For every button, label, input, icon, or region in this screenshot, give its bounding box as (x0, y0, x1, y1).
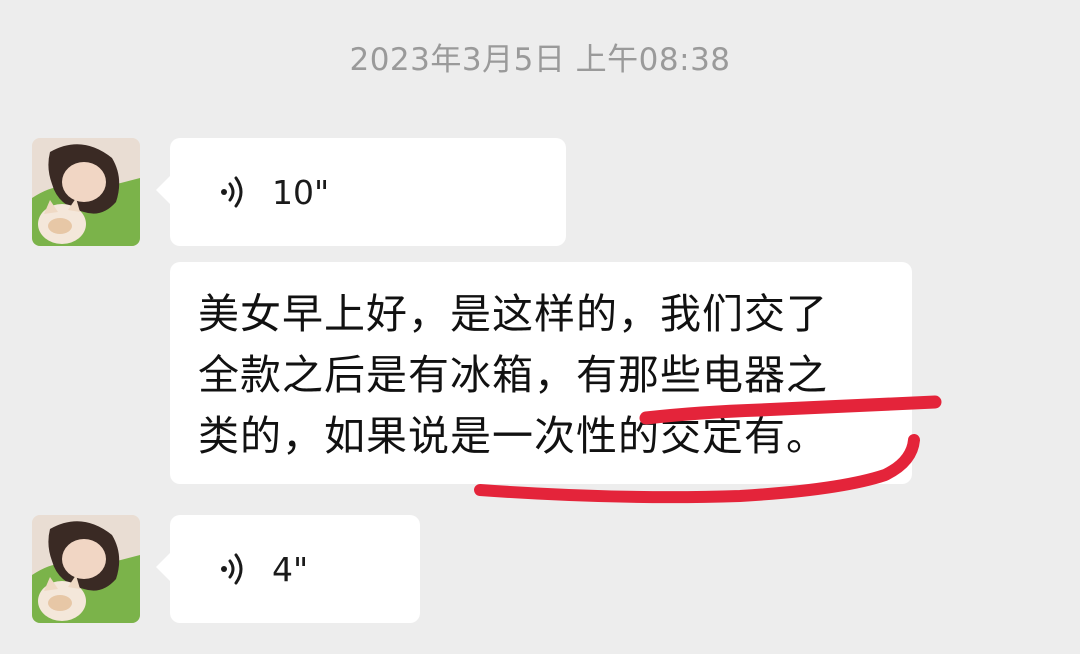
voice-message-bubble[interactable]: 4" (156, 515, 420, 623)
voice-wave-icon (221, 176, 243, 208)
avatar-photo (32, 515, 140, 623)
avatar[interactable] (32, 138, 140, 246)
avatar[interactable] (32, 515, 140, 623)
timestamp: 2023年3月5日 上午08:38 (349, 42, 731, 78)
message-line: 全款之后是有冰箱，有那些电器之 (198, 351, 828, 399)
message-line: 美女早上好，是这样的，我们交了 (198, 290, 828, 338)
voice-duration: 4" (272, 549, 309, 589)
text-message-bubble[interactable]: 美女早上好，是这样的，我们交了 全款之后是有冰箱，有那些电器之 类的，如果说是一… (170, 262, 912, 484)
avatar-photo (32, 138, 140, 246)
voice-wave-icon (221, 553, 243, 585)
voice-message-bubble[interactable]: 10" (156, 138, 566, 246)
message-line: 类的，如果说是一次性的交定有。 (198, 412, 828, 460)
message-text: 美女早上好，是这样的，我们交了 全款之后是有冰箱，有那些电器之 类的，如果说是一… (198, 284, 898, 467)
voice-duration: 10" (272, 172, 330, 212)
